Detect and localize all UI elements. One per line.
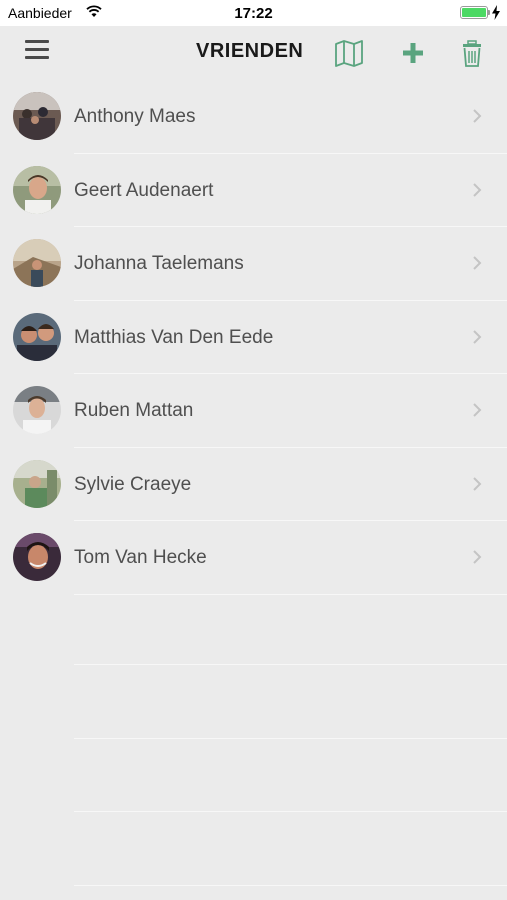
friends-list: Anthony Maes Geert Audenaert Johanna Tae… xyxy=(0,80,507,595)
chevron-right-icon xyxy=(473,256,482,270)
friend-name: Johanna Taelemans xyxy=(74,253,244,274)
map-icon[interactable] xyxy=(332,36,366,70)
avatar xyxy=(13,312,61,361)
empty-row-divider xyxy=(74,738,507,739)
friend-row[interactable]: Geert Audenaert xyxy=(0,154,507,227)
friend-name: Tom Van Hecke xyxy=(74,547,207,568)
page-title: VRIENDEN xyxy=(196,40,304,62)
battery-icon xyxy=(460,6,488,19)
chevron-right-icon xyxy=(473,550,482,564)
friend-row[interactable]: Tom Van Hecke xyxy=(0,521,507,595)
trash-icon[interactable] xyxy=(455,36,489,70)
hamburger-menu-icon[interactable] xyxy=(25,40,49,62)
friend-name: Anthony Maes xyxy=(74,106,196,127)
friend-row[interactable]: Anthony Maes xyxy=(0,80,507,154)
avatar xyxy=(13,533,61,581)
friend-row[interactable]: Matthias Van Den Eede xyxy=(0,301,507,374)
friend-name: Geert Audenaert xyxy=(74,179,214,201)
chevron-right-icon xyxy=(473,182,482,197)
navigation-bar: VRIENDEN xyxy=(0,26,507,80)
avatar xyxy=(13,165,61,214)
friend-name: Ruben Mattan xyxy=(74,400,194,421)
chevron-right-icon xyxy=(473,403,482,417)
friend-row[interactable]: Johanna Taelemans xyxy=(0,227,507,301)
empty-row-divider xyxy=(74,885,507,886)
friend-name: Sylvie Craeye xyxy=(74,473,192,495)
chevron-right-icon xyxy=(473,476,482,491)
charging-icon xyxy=(492,5,500,20)
status-bar: Aanbieder 17:22 xyxy=(0,0,507,26)
empty-row-divider xyxy=(74,811,507,812)
friend-row[interactable]: Sylvie Craeye xyxy=(0,448,507,521)
plus-icon[interactable] xyxy=(396,36,430,70)
avatar xyxy=(13,92,61,140)
avatar xyxy=(13,386,61,434)
avatar xyxy=(13,459,61,508)
friend-name: Matthias Van Den Eede xyxy=(74,326,274,348)
battery-cap xyxy=(488,10,490,15)
friend-row[interactable]: Ruben Mattan xyxy=(0,374,507,448)
chevron-right-icon xyxy=(473,329,482,344)
clock: 17:22 xyxy=(234,5,273,22)
avatar xyxy=(13,239,61,287)
chevron-right-icon xyxy=(473,109,482,123)
row-divider xyxy=(74,593,507,595)
empty-row-divider xyxy=(74,664,507,665)
